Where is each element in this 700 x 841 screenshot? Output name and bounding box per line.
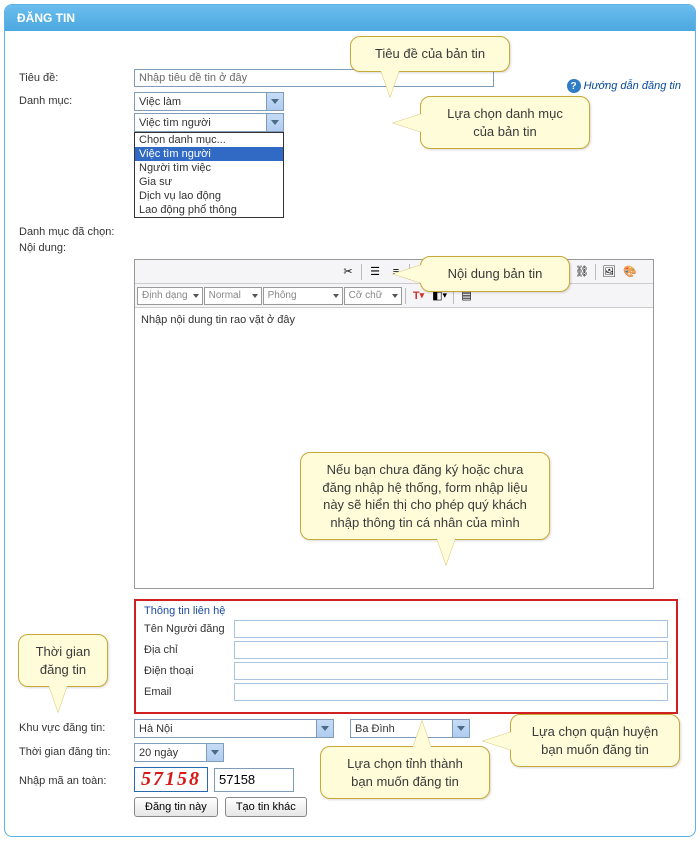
category-label: Danh mục:	[19, 92, 134, 107]
district-select[interactable]: Ba Đình	[350, 719, 470, 738]
category2-select[interactable]: Việc tìm người	[134, 113, 284, 132]
callout-province: Lựa chọn tỉnh thành bạn muốn đăng tin	[320, 746, 490, 799]
province-value: Hà Nội	[139, 723, 173, 735]
callout-title: Tiêu đề của bản tin	[350, 36, 510, 72]
contact-address-label: Địa chỉ	[144, 644, 234, 656]
contact-phone-label: Điện thoại	[144, 665, 234, 677]
province-select[interactable]: Hà Nội	[134, 719, 334, 738]
normal-combo[interactable]: Normal	[204, 287, 262, 305]
contact-box: Thông tin liên hệ Tên Người đăng Địa chỉ…	[134, 599, 678, 714]
selected-category-label: Danh mục đã chọn:	[19, 226, 134, 238]
contact-name-input[interactable]	[234, 620, 668, 638]
callout-category: Lựa chọn danh mục của bản tin	[420, 96, 590, 149]
chevron-down-icon	[452, 720, 469, 737]
title-label: Tiêu đề:	[19, 69, 134, 84]
font-combo[interactable]: Phông	[263, 287, 343, 305]
cut-icon[interactable]: ✂	[338, 262, 358, 282]
title-input[interactable]	[134, 69, 494, 87]
duration-value: 20 ngày	[139, 747, 178, 759]
format-combo[interactable]: Định dạng	[137, 287, 203, 305]
size-combo[interactable]: Cỡ chữ	[344, 287, 402, 305]
contact-email-label: Email	[144, 686, 234, 698]
captcha-image: 57158	[134, 767, 208, 792]
contact-address-input[interactable]	[234, 641, 668, 659]
contact-legend: Thông tin liên hệ	[144, 605, 668, 617]
duration-label: Thời gian đăng tin:	[19, 743, 134, 758]
chevron-down-icon	[266, 93, 283, 110]
region-label: Khu vực đăng tin:	[19, 719, 134, 734]
submit-button[interactable]: Đăng tin này	[134, 797, 218, 817]
category1-value: Việc làm	[139, 96, 181, 108]
callout-content: Nội dung bản tin	[420, 256, 570, 292]
chevron-down-icon	[266, 114, 283, 131]
panel-title: ĐĂNG TIN	[5, 5, 695, 31]
contact-phone-input[interactable]	[234, 662, 668, 680]
captcha-input[interactable]	[214, 768, 294, 792]
chevron-down-icon	[316, 720, 333, 737]
content-label: Nội dung:	[19, 242, 134, 254]
contact-name-label: Tên Người đăng	[144, 623, 234, 635]
dropdown-item[interactable]: Chọn danh mục...	[135, 133, 283, 147]
category2-value: Việc tìm người	[139, 117, 211, 129]
duration-select[interactable]: 20 ngày	[134, 743, 224, 762]
category1-select[interactable]: Việc làm	[134, 92, 284, 111]
toolbar-row-2: Định dạng Normal Phông Cỡ chữ T▾ ◧▾ ▤	[135, 284, 653, 308]
editor-content[interactable]: Nhập nội dung tin rao vặt ở đây	[135, 308, 653, 588]
image-icon[interactable]: 🖼	[599, 262, 619, 282]
contact-email-input[interactable]	[234, 683, 668, 701]
unlink-icon[interactable]: ⛓	[572, 262, 592, 282]
color-icon[interactable]: 🎨	[620, 262, 640, 282]
post-panel: ĐĂNG TIN ? Hướng dẫn đăng tin Tiêu đề: D…	[4, 4, 696, 837]
callout-contact: Nếu bạn chưa đăng ký hoặc chưa đăng nhập…	[300, 452, 550, 540]
callout-district: Lựa chọn quận huyện bạn muốn đăng tin	[510, 714, 680, 767]
reset-button[interactable]: Tạo tin khác	[225, 797, 307, 817]
chevron-down-icon	[206, 744, 223, 761]
captcha-label: Nhập mã an toàn:	[19, 772, 134, 787]
district-value: Ba Đình	[355, 723, 395, 735]
bullet-list-icon[interactable]: ☰	[365, 262, 385, 282]
callout-duration: Thời gian đăng tin	[18, 634, 108, 687]
